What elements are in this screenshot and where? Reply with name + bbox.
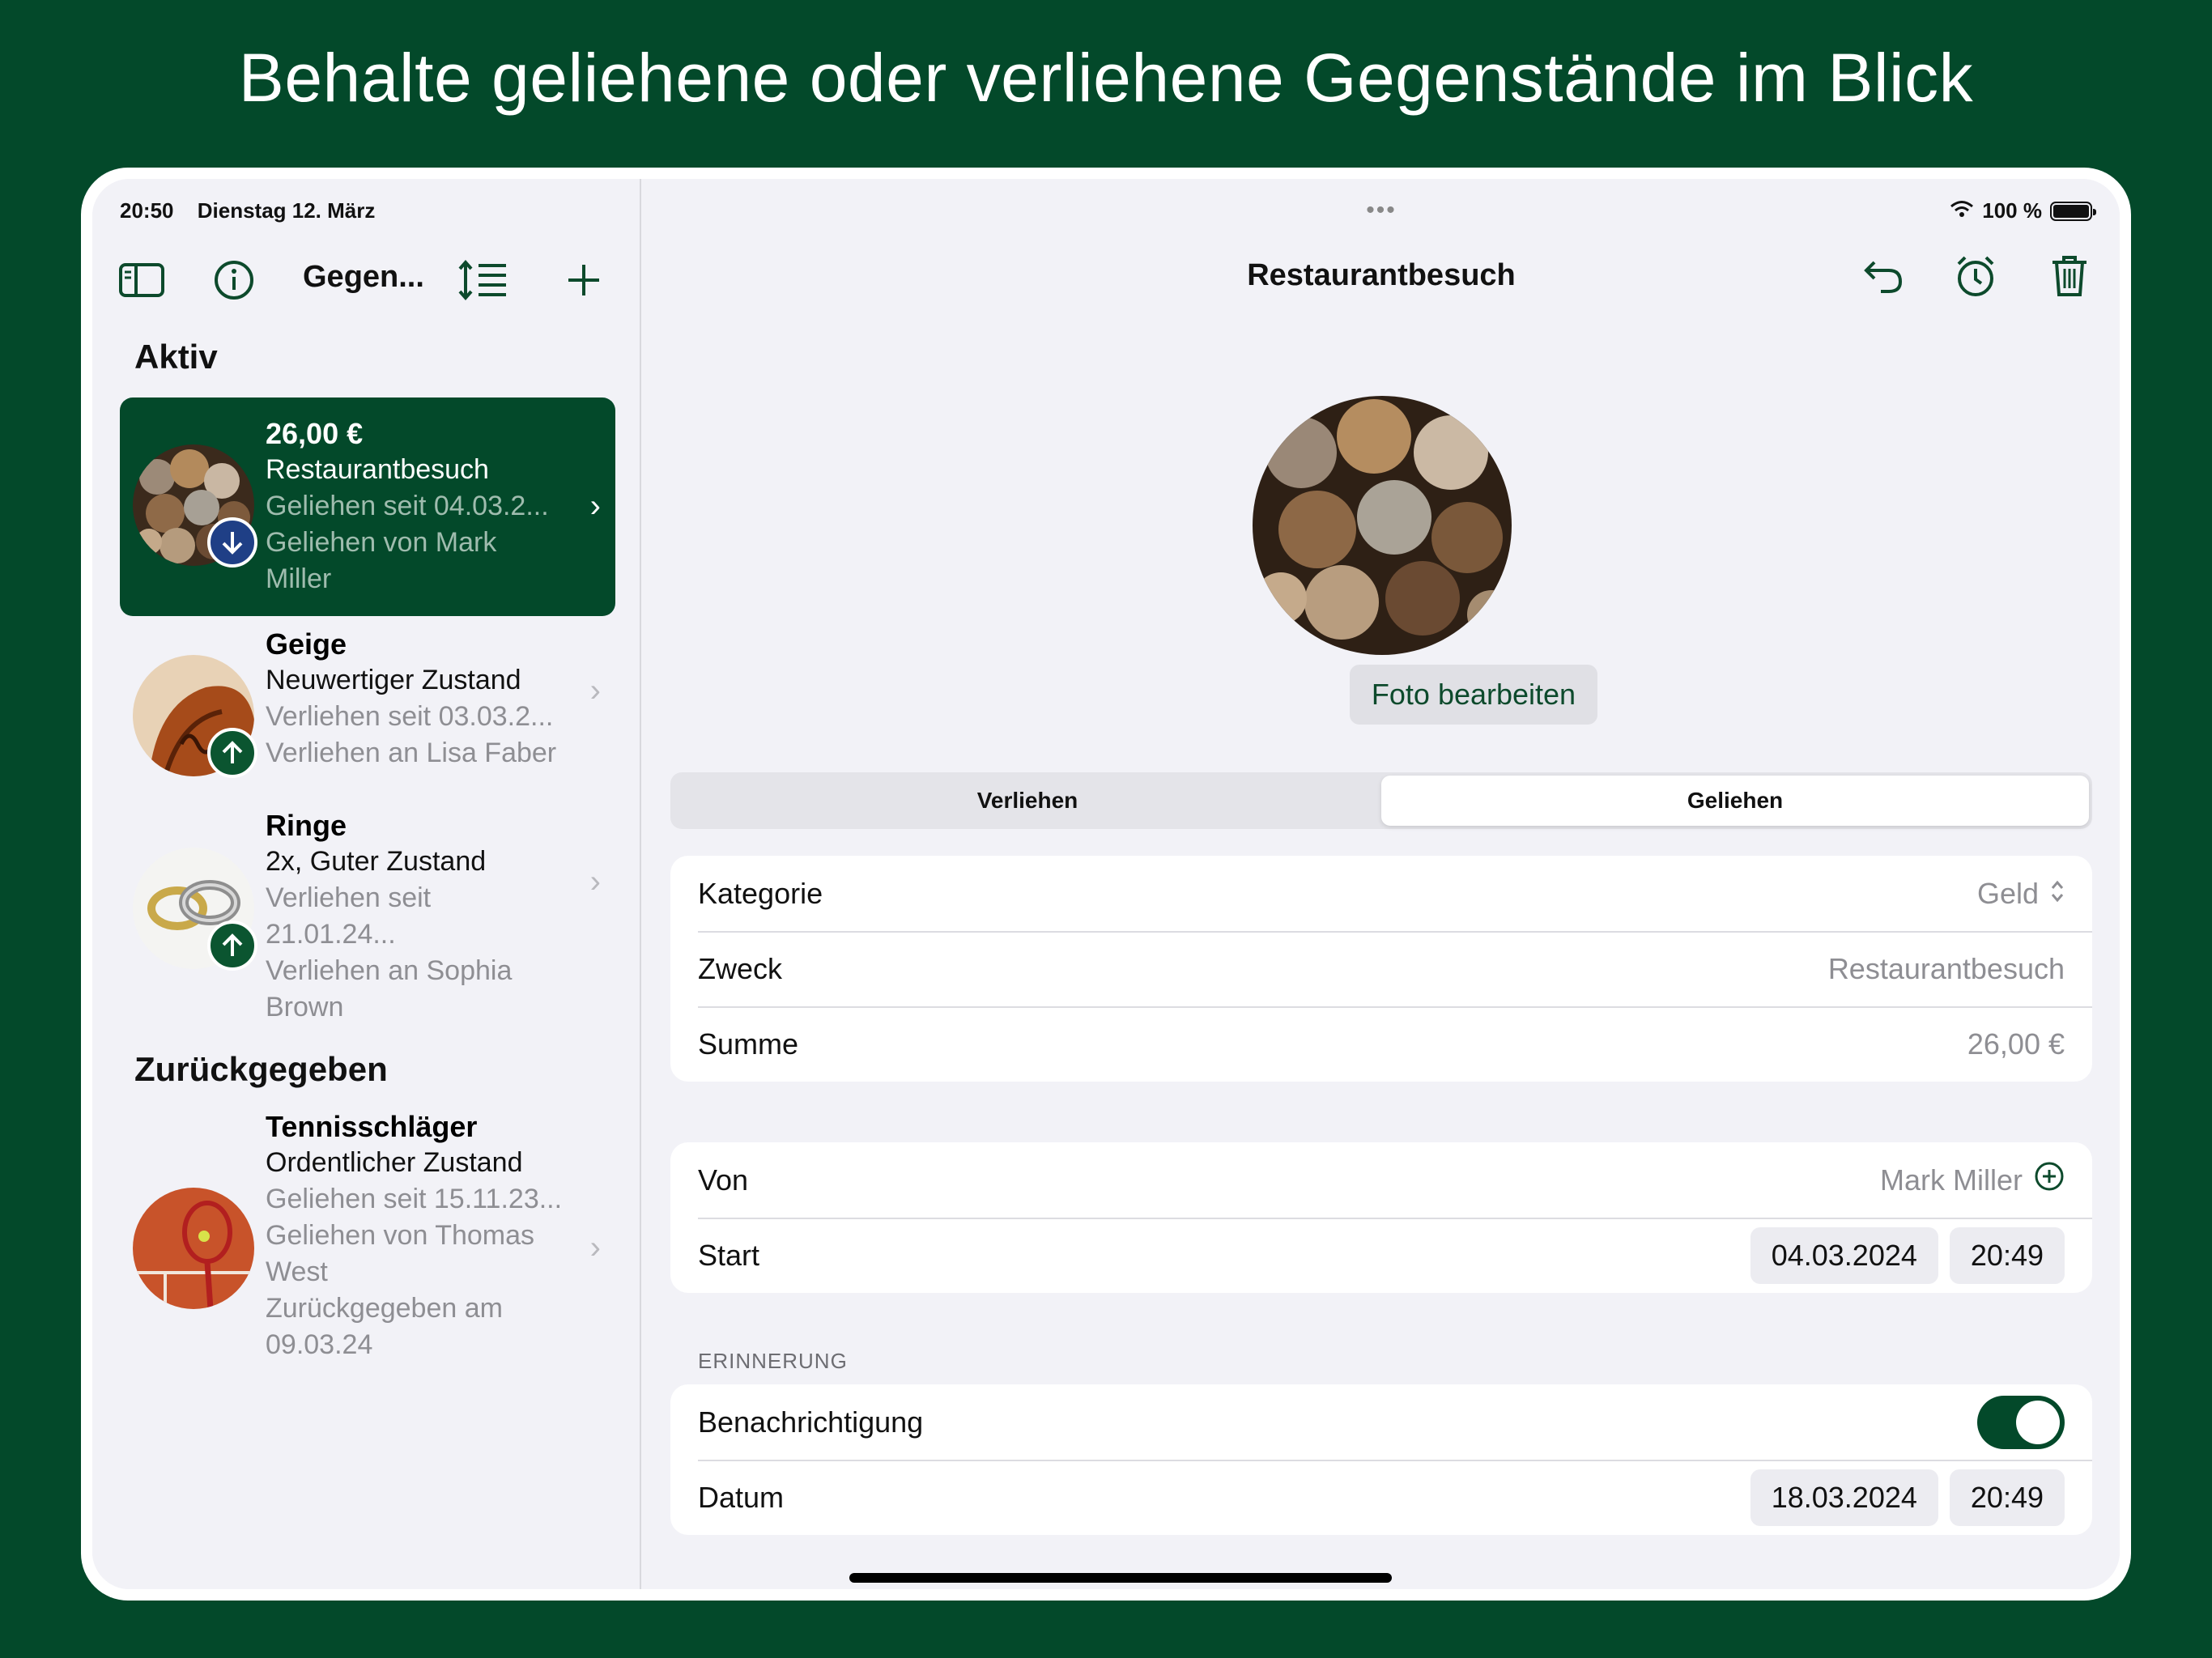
reminder-date-label: Datum [698,1480,785,1514]
item-title: 26,00 € [266,417,364,450]
item-returned: Zurückgegeben am [266,1293,503,1324]
item-subtitle: Restaurantbesuch [266,454,489,485]
detail-pane: ••• 100 % Restaurantbesuch Foto bearbeit… [643,179,2120,1589]
trash-icon[interactable] [2039,245,2100,307]
status-date: Dienstag 12. März [197,198,376,223]
purpose-row[interactable]: Zweck Restaurantbesuch [670,931,2092,1006]
purpose-value[interactable]: Restaurantbesuch [1828,952,2065,986]
item-photo-tennis-racket [133,1188,254,1309]
arrow-down-icon [207,517,257,568]
app-screen: 20:50 Dienstag 12. März Gegen... Aktiv 2… [92,179,2120,1589]
item-person: Verliehen an Lisa Faber [266,738,557,768]
start-date-picker[interactable]: 04.03.2024 [1750,1226,1938,1284]
item-since: Verliehen seit 03.03.2... [266,701,554,732]
from-value[interactable]: Mark Miller [1880,1161,2065,1199]
item-person-cont: Brown [266,992,344,1022]
item-text: Ringe 2x, Guter Zustand Verliehen seit 2… [266,807,567,1026]
alarm-icon[interactable] [1945,245,2006,307]
from-row[interactable]: Von Mark Miller [670,1142,2092,1218]
item-title: Tennisschläger [266,1110,478,1143]
person-group: Von Mark Miller Start 04.03.2024 20:49 [670,1142,2092,1293]
sum-label: Summe [698,1027,799,1061]
direction-segmented-control: Verliehen Geliehen [670,772,2092,829]
status-bar-left: 20:50 Dienstag 12. März [120,198,375,223]
home-indicator [849,1573,1392,1583]
list-item[interactable]: Tennisschläger Ordentlicher Zustand Geli… [120,1108,615,1384]
list-item[interactable]: Geige Neuwertiger Zustand Verliehen seit… [120,626,615,804]
info-icon[interactable] [206,252,262,308]
item-person: Verliehen an Sophia [266,955,513,986]
status-time: 20:50 [120,198,174,223]
section-returned: Zurückgegeben [134,1050,388,1088]
sidebar-icon[interactable] [113,252,170,308]
item-title: Ringe [266,809,347,842]
chevron-right-icon: › [589,673,601,708]
notification-row: Benachrichtigung [670,1384,2092,1460]
item-text: 26,00 € Restaurantbesuch Geliehen seit 0… [266,415,567,597]
chevron-right-icon: › [589,488,601,524]
sum-value[interactable]: 26,00 € [1967,1027,2065,1061]
from-label: Von [698,1163,749,1197]
details-group: Kategorie Geld Zweck Restaurantbesuch Su… [670,856,2092,1082]
section-active: Aktiv [134,338,218,376]
item-person-cont: Miller [266,563,332,594]
segment-geliehen[interactable]: Geliehen [1381,776,2089,826]
chevron-updown-icon [2050,877,2065,911]
sidebar-title[interactable]: Gegen... [303,260,424,295]
item-person: Geliehen von Thomas [266,1220,535,1251]
sort-icon[interactable] [455,252,512,308]
category-row[interactable]: Kategorie Geld [670,856,2092,931]
category-label: Kategorie [698,876,823,910]
item-person: Geliehen von Mark [266,527,497,558]
reminder-caption-label: ERINNERUNG [698,1349,848,1373]
start-row: Start 04.03.2024 20:49 [670,1218,2092,1293]
start-label: Start [698,1238,760,1272]
notification-label: Benachrichtigung [698,1405,924,1439]
purpose-label: Zweck [698,951,783,985]
item-person-cont: West [266,1256,328,1287]
chevron-right-icon: › [589,1230,601,1265]
headline: Behalte geliehene oder verliehene Gegens… [238,40,1974,116]
sidebar: 20:50 Dienstag 12. März Gegen... Aktiv 2… [92,179,641,1589]
item-photo-large[interactable] [1253,396,1512,655]
item-subtitle: Neuwertiger Zustand [266,665,521,695]
start-time-picker[interactable]: 20:49 [1949,1226,2065,1284]
edit-photo-button[interactable]: Foto bearbeiten [1350,665,1597,725]
item-title: Geige [266,627,347,661]
battery-icon [2050,201,2096,221]
arrow-up-icon [207,728,257,778]
item-since: Geliehen seit 15.11.23... [266,1184,563,1214]
segment-verliehen[interactable]: Verliehen [674,776,1381,826]
item-subtitle: Ordentlicher Zustand [266,1147,523,1178]
chevron-right-icon: › [589,864,601,899]
category-value-text: Geld [1976,876,2039,910]
status-bar-right: 100 % [1950,198,2096,223]
reminder-date-picker[interactable]: 18.03.2024 [1750,1469,1938,1526]
item-subtitle: 2x, Guter Zustand [266,846,487,877]
sidebar-toolbar: Gegen... [92,252,641,333]
arrow-up-icon [207,920,257,971]
plus-circle-icon[interactable] [2034,1161,2065,1199]
reminder-group: Benachrichtigung Datum 18.03.2024 20:49 [670,1384,2092,1535]
item-text: Tennisschläger Ordentlicher Zustand Geli… [266,1108,567,1363]
reminder-date-row: Datum 18.03.2024 20:49 [670,1460,2092,1535]
item-since: Geliehen seit 04.03.2... [266,491,549,521]
multitasking-dots-icon[interactable]: ••• [1366,197,1397,224]
item-returned-date: 09.03.24 [266,1329,373,1360]
reminder-time-picker[interactable]: 20:49 [1949,1469,2065,1526]
category-value[interactable]: Geld [1977,877,2065,911]
battery-percent: 100 % [1982,198,2042,223]
item-since: Verliehen seit 21.01.24... [266,882,432,950]
plus-icon[interactable] [555,252,612,308]
notification-toggle[interactable] [1977,1395,2065,1449]
sum-row[interactable]: Summe 26,00 € [670,1006,2092,1082]
list-item[interactable]: 26,00 € Restaurantbesuch Geliehen seit 0… [120,397,615,616]
list-item[interactable]: Ringe 2x, Guter Zustand Verliehen seit 2… [120,807,615,1022]
wifi-icon [1950,198,1974,223]
return-icon[interactable] [1853,245,1914,307]
item-text: Geige Neuwertiger Zustand Verliehen seit… [266,626,567,772]
from-value-text: Mark Miller [1880,1163,2023,1197]
